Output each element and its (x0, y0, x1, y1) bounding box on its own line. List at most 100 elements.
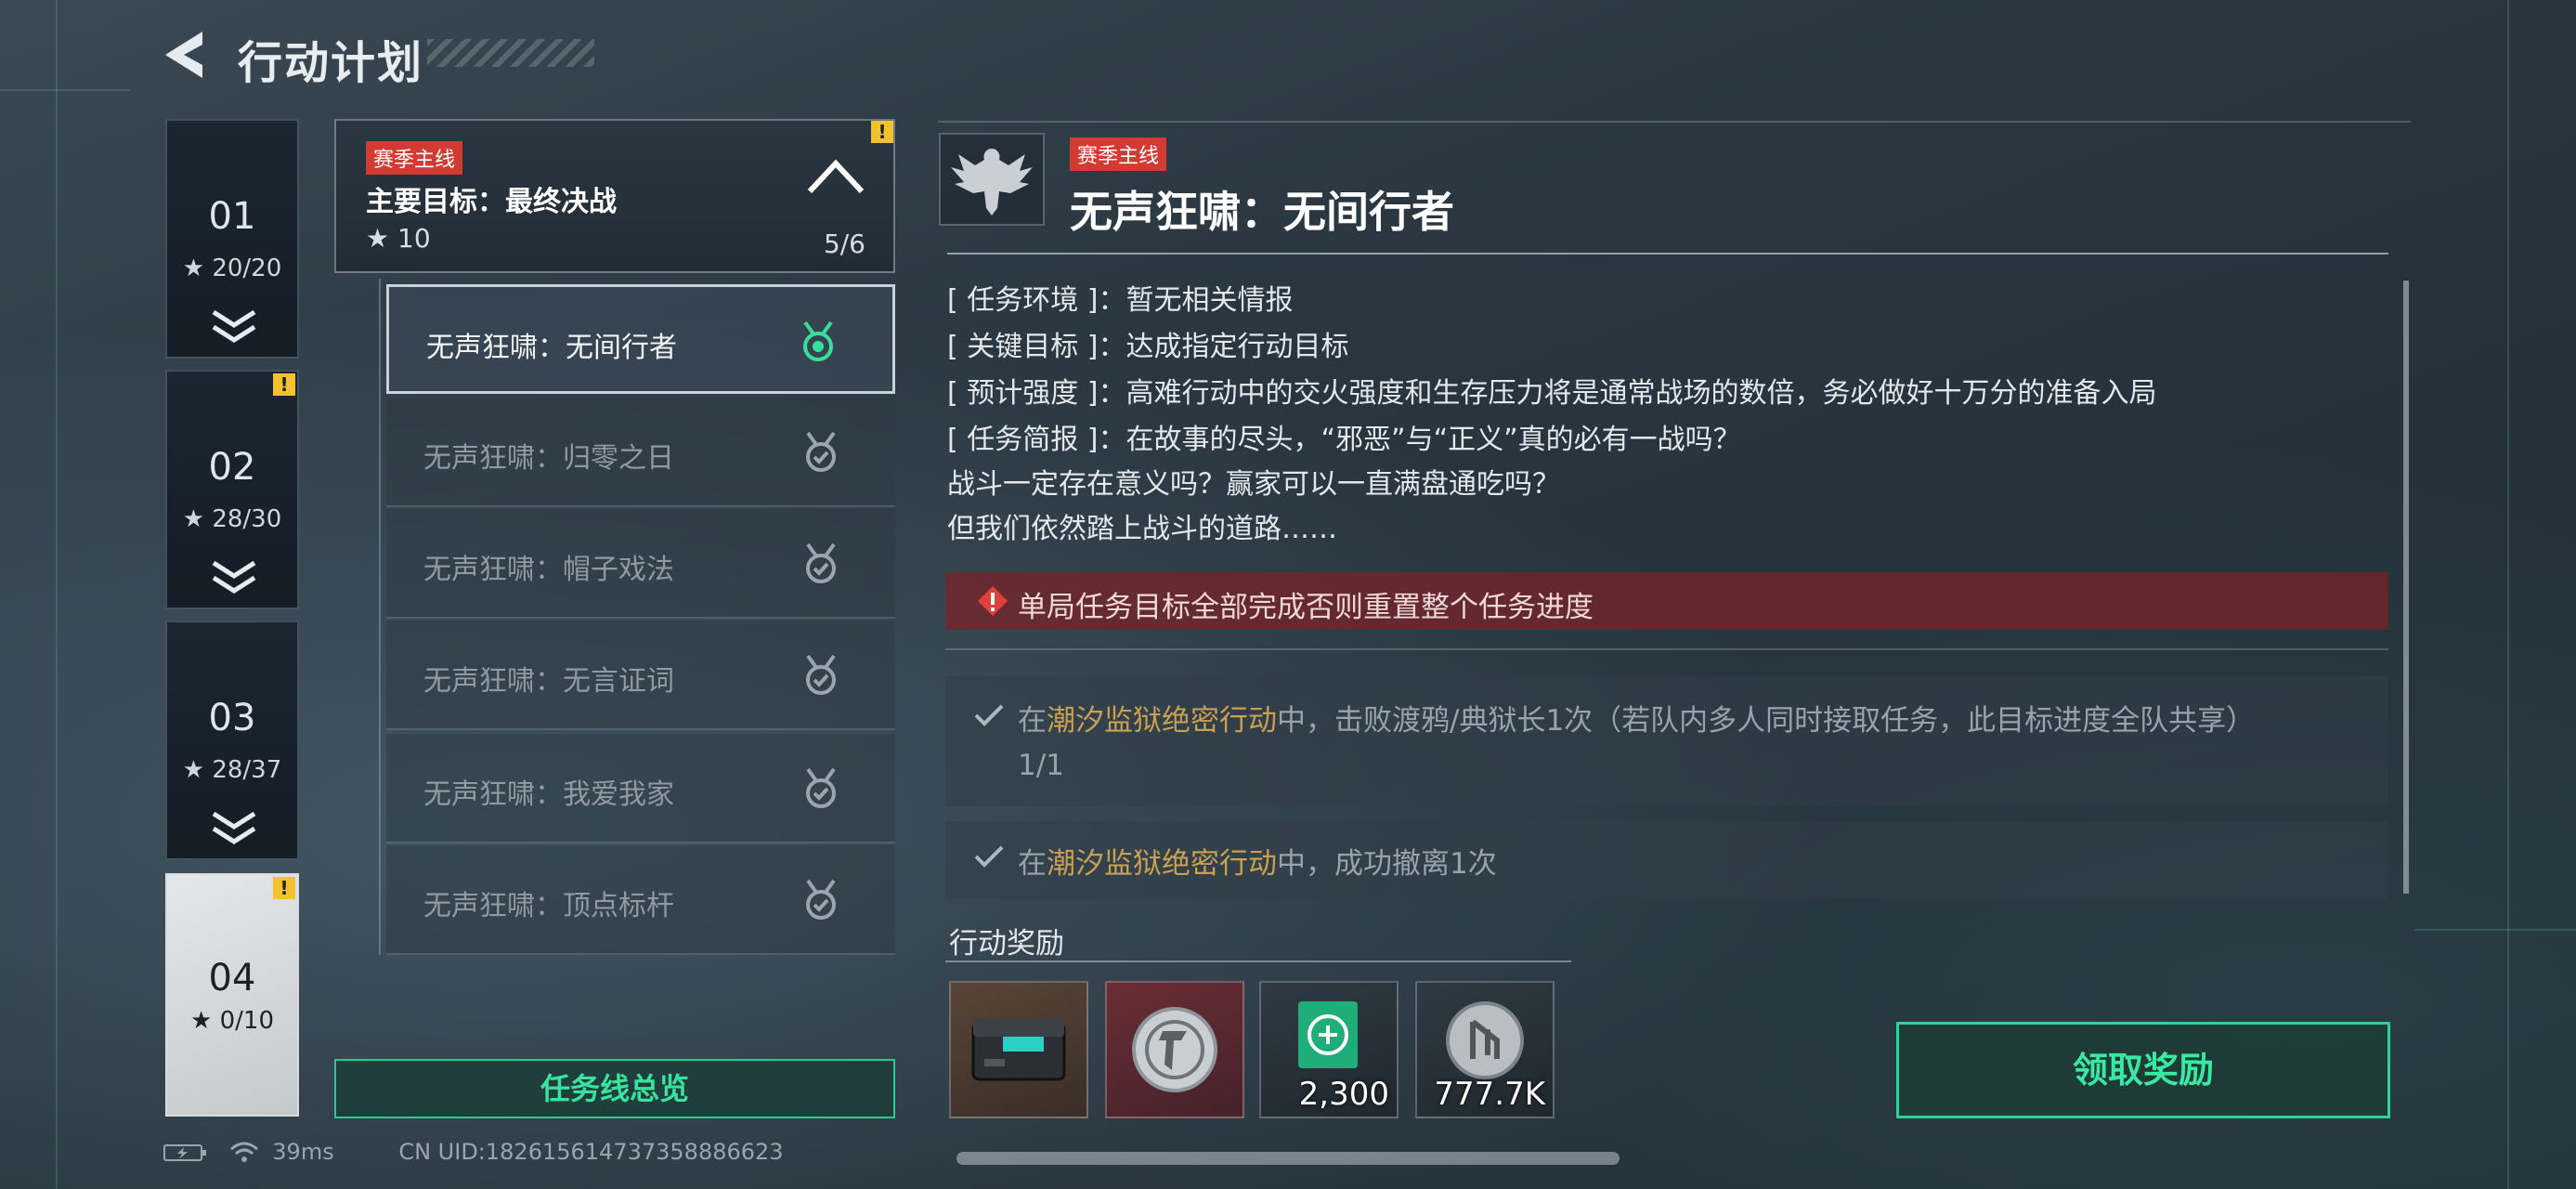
back-button[interactable] (160, 28, 215, 82)
reward-section-label: 行动奖励 (949, 927, 1064, 960)
info-value: 战斗一定存在意义吗？赢家可以一直满盘通吃吗？ (947, 468, 1560, 501)
user-uid: CN UID:182615614737358886623 (398, 1139, 784, 1165)
medal-check-icon (806, 654, 836, 695)
chapter-number: 03 (208, 697, 256, 739)
warning-badge-icon: ! (273, 877, 295, 899)
detail-scrollbar[interactable] (2403, 281, 2409, 894)
check-icon (974, 704, 1004, 726)
reward-quantity: 777.7K (1434, 1076, 1545, 1113)
chapter-stars-value: 20/20 (212, 255, 282, 282)
reward-item[interactable] (949, 981, 1088, 1118)
objective-prefix: 在 (1018, 847, 1047, 881)
mission-label: 无声狂啸：顶点标杆 (423, 890, 674, 922)
main-goal-header[interactable]: ! 赛季主线 主要目标：最终决战 ★ 10 5/6 (334, 119, 895, 273)
info-key: [ 关键目标 ] (947, 331, 1099, 363)
chapter-tab-02[interactable]: ! 02 ★ 28/30 (165, 370, 299, 609)
objective-text: 在潮汐监狱绝密行动中，成功撤离1次 (1018, 840, 1497, 882)
main-goal-title: 主要目标：最终决战 (366, 186, 617, 218)
horizontal-scrollbar[interactable] (956, 1152, 1620, 1165)
mission-title: 无声狂啸：无间行者 (1070, 187, 1454, 237)
divider (947, 253, 2388, 255)
chapter-tab-01[interactable]: 01 ★ 20/20 (165, 119, 299, 359)
bg-grid-line (0, 89, 130, 91)
medal-check-icon (806, 767, 836, 808)
objective-suffix: 中，成功撤离1次 (1277, 847, 1497, 881)
mission-item-active[interactable]: 无声狂啸：无间行者 (386, 284, 895, 394)
mission-label: 无声狂啸：归零之日 (423, 442, 674, 475)
chapter-stars: ★ 20/20 (182, 255, 282, 282)
info-row-intensity: [ 预计强度 ]：高难行动中的交火强度和生存压力将是通常战场的数倍，务必做好十万… (947, 370, 2156, 411)
title-decoration (427, 39, 594, 67)
warning-badge-icon: ! (871, 121, 893, 143)
claim-reward-button[interactable]: 领取奖励 (1896, 1022, 2390, 1118)
reward-item[interactable] (1105, 981, 1244, 1118)
chapter-tab-03[interactable]: 03 ★ 28/37 (165, 621, 299, 860)
mission-label: 无声狂啸：无言证词 (423, 665, 674, 698)
status-bar: 39ms CN UID:182615614737358886623 (163, 1139, 784, 1165)
ping-value: 39ms (272, 1139, 334, 1165)
warning-badge-icon: ! (273, 373, 295, 396)
mission-label: 无声狂啸：无间行者 (426, 332, 677, 364)
objective-count: 1/1 (1018, 749, 1064, 782)
divider (945, 648, 2388, 650)
season-tag: 赛季主线 (366, 141, 463, 175)
info-row-objective: [ 关键目标 ]：达成指定行动目标 (947, 323, 1348, 364)
info-row-briefing-cont: 但我们依然踏上战斗的道路…… (947, 505, 1337, 546)
info-value: ：在故事的尽头，“邪恶”与“正义”真的必有一战吗？ (1098, 424, 1741, 456)
info-key: [ 任务环境 ] (947, 284, 1099, 317)
chapter-stars: ★ 28/30 (182, 505, 282, 533)
divider (938, 121, 2411, 123)
chevron-up-icon[interactable] (806, 158, 865, 195)
chapter-stars-value: 28/37 (212, 756, 282, 784)
chapter-tab-04[interactable]: ! 04 ★ 0/10 (165, 873, 299, 1117)
info-value: ：高难行动中的交火强度和生存压力将是通常战场的数倍，务必做好十万分的准备入局 (1098, 377, 2157, 410)
objective-suffix: 中，击败渡鸦/典狱长1次（若队内多人同时接取任务，此目标进度全队共享） (1277, 704, 2256, 738)
battery-icon (163, 1144, 206, 1161)
info-value: 但我们依然踏上战斗的道路…… (947, 513, 1337, 545)
objective-text: 在潮汐监狱绝密行动中，击败渡鸦/典狱长1次（若队内多人同时接取任务，此目标进度全… (1018, 697, 2255, 738)
objective-highlight: 潮汐监狱绝密行动 (1047, 704, 1277, 738)
info-row-briefing: [ 任务简报 ]：在故事的尽头，“邪恶”与“正义”真的必有一战吗？ (947, 416, 1741, 457)
mission-item[interactable]: 无声狂啸：归零之日 (386, 398, 895, 507)
chapter-number: 01 (208, 195, 256, 238)
objective-prefix: 在 (1018, 704, 1047, 738)
mission-overview-button[interactable]: 任务线总览 (334, 1059, 895, 1118)
equipment-case-icon (971, 1018, 1066, 1081)
info-row-briefing-cont: 战斗一定存在意义吗？赢家可以一直满盘通吃吗？ (947, 461, 1560, 502)
season-tag: 赛季主线 (1070, 137, 1167, 171)
divider (945, 960, 1571, 962)
mission-item[interactable]: 无声狂啸：顶点标杆 (386, 845, 895, 955)
info-value: ：暂无相关情报 (1098, 284, 1294, 317)
back-arrow-icon (165, 32, 202, 78)
medal-check-icon (806, 431, 836, 472)
mission-label: 无声狂啸：帽子戏法 (423, 554, 674, 586)
tree-connector (379, 279, 381, 955)
main-goal-score-value: 10 (397, 223, 431, 254)
chapter-stars: ★ 28/37 (182, 756, 282, 784)
chevron-down-icon (212, 309, 256, 343)
reward-item[interactable]: 2,300 (1259, 981, 1399, 1118)
reward-item[interactable]: 777.7K (1415, 981, 1555, 1118)
info-value: ：达成指定行动目标 (1098, 331, 1349, 363)
eagle-emblem-icon (939, 133, 1045, 226)
medal-check-icon (806, 879, 836, 920)
warning-text: 单局任务目标全部完成否则重置整个任务进度 (1018, 591, 1594, 624)
reward-quantity: 2,300 (1298, 1076, 1389, 1113)
chapter-stars-value: 0/10 (219, 1007, 274, 1035)
info-row-environment: [ 任务环境 ]：暂无相关情报 (947, 277, 1293, 318)
wifi-icon (229, 1142, 258, 1162)
objective-item: 在潮汐监狱绝密行动中，击败渡鸦/典狱长1次（若队内多人同时接取任务，此目标进度全… (945, 676, 2388, 806)
chapter-number: 02 (208, 446, 256, 489)
chapter-stars: ★ 0/10 (190, 1007, 274, 1035)
alert-diamond-icon (978, 586, 1008, 616)
mission-item[interactable]: 无声狂啸：我爱我家 (386, 734, 895, 843)
chapter-number: 04 (208, 957, 256, 1000)
chevron-down-icon (212, 560, 256, 594)
mission-item[interactable]: 无声狂啸：帽子戏法 (386, 509, 895, 619)
bg-grid-line (2507, 0, 2509, 1189)
medal-check-icon (806, 542, 836, 583)
warning-banner: 单局任务目标全部完成否则重置整个任务进度 (945, 572, 2388, 630)
info-key: [ 任务简报 ] (947, 424, 1099, 456)
main-goal-score: ★ 10 (366, 223, 431, 254)
mission-item[interactable]: 无声狂啸：无言证词 (386, 621, 895, 730)
